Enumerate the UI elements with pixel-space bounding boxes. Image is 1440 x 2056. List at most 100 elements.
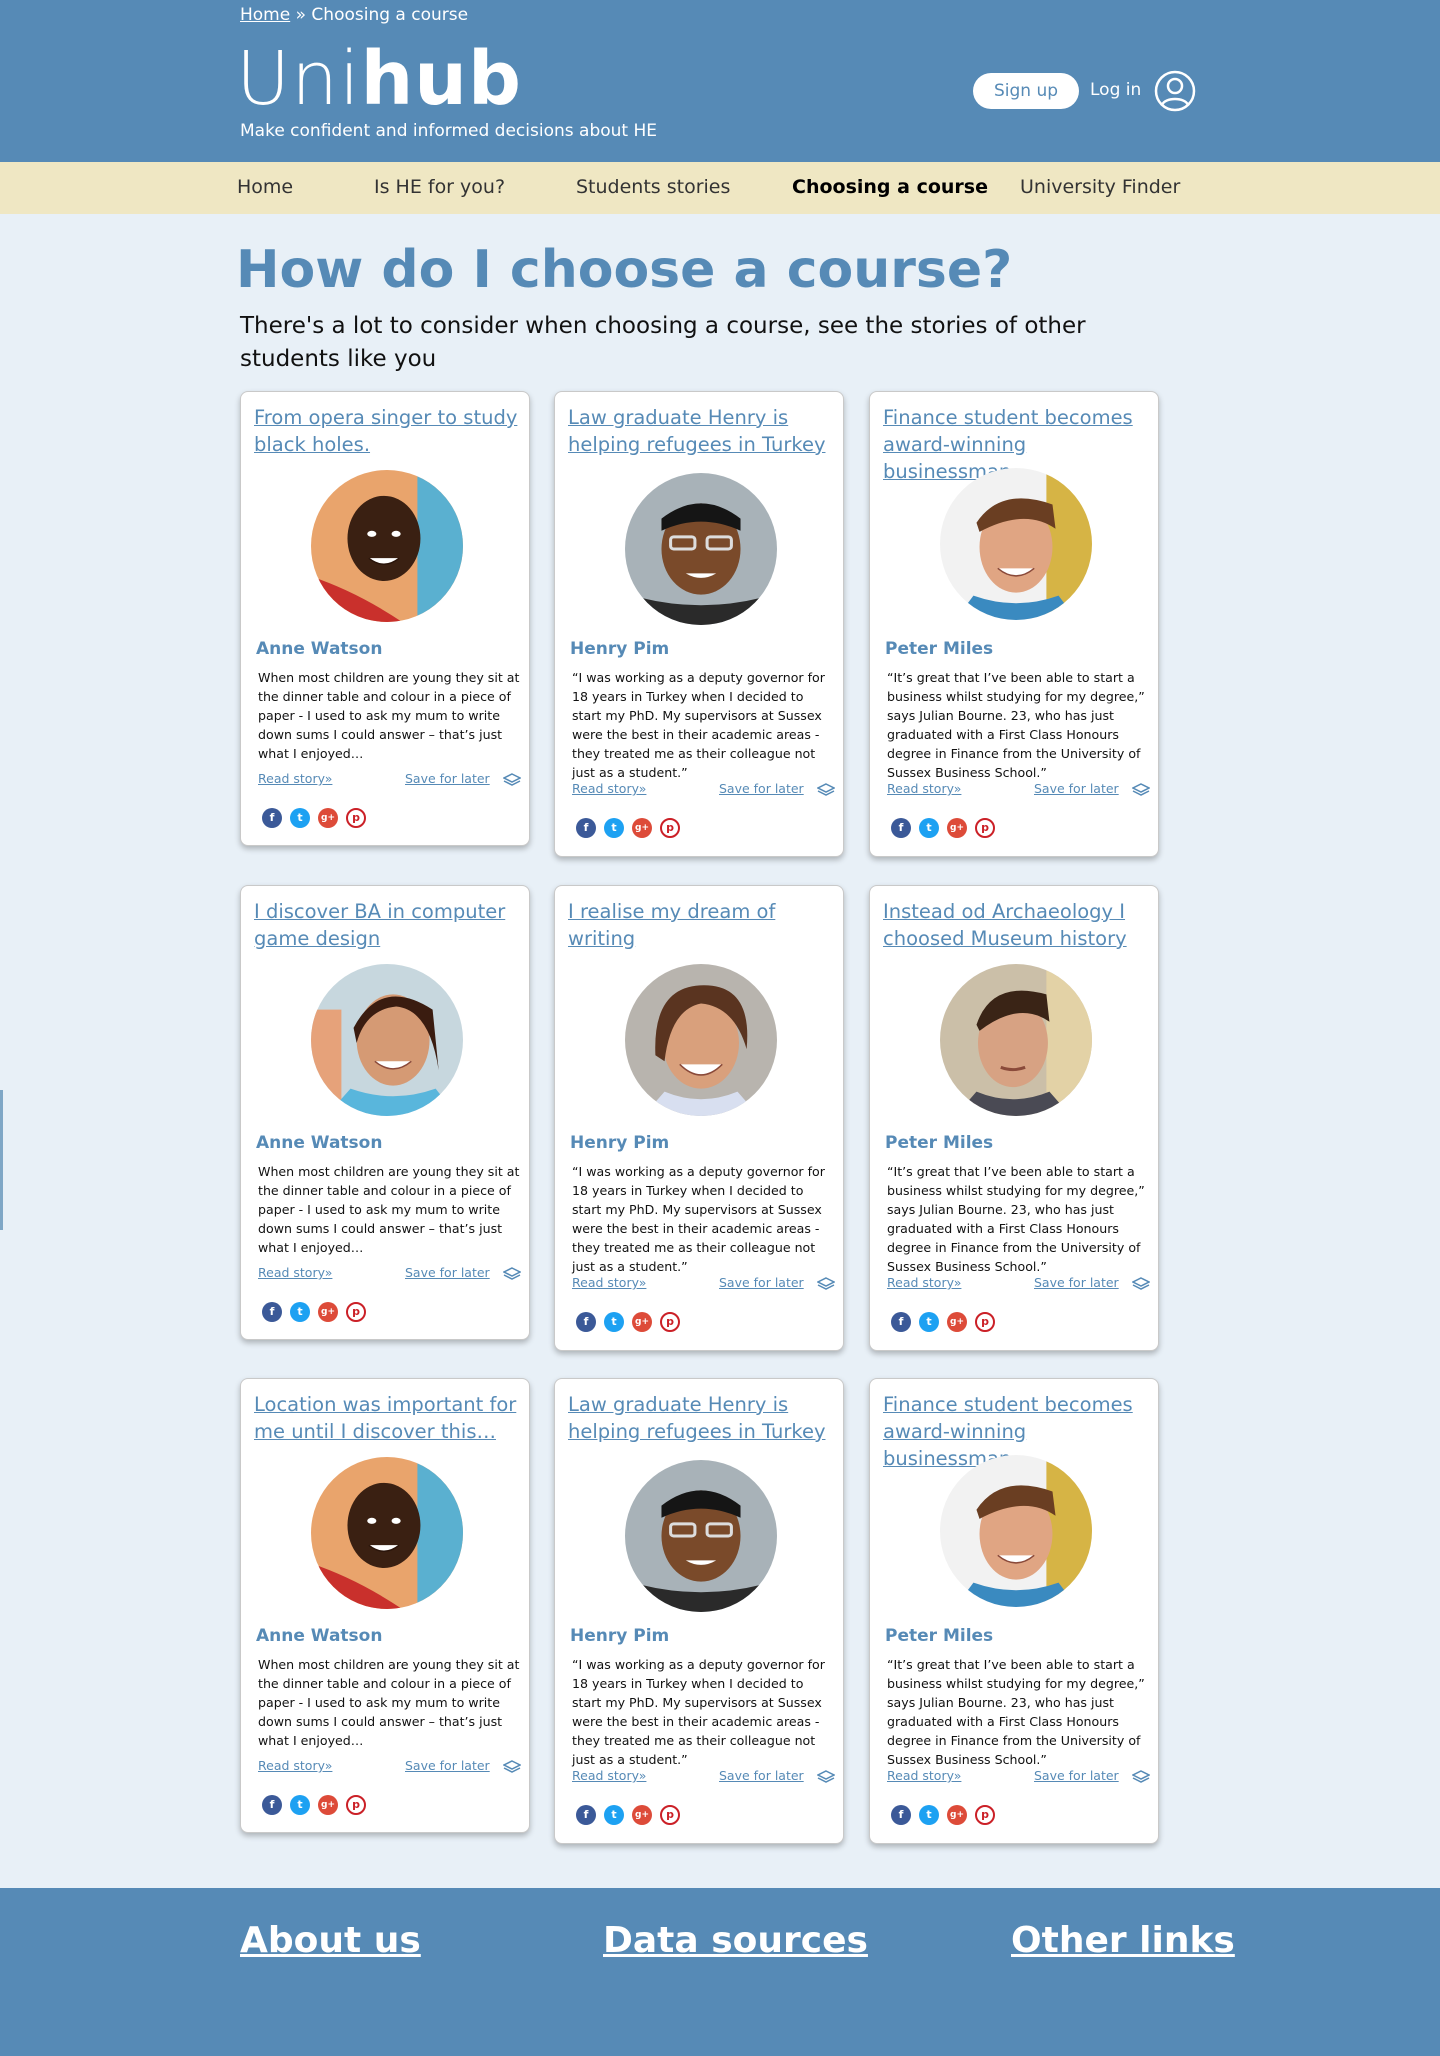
stack-icon[interactable] <box>1132 783 1150 797</box>
google-plus-icon[interactable]: g+ <box>947 1312 967 1332</box>
pinterest-icon[interactable]: p <box>975 1805 995 1825</box>
stack-icon[interactable] <box>503 1760 521 1774</box>
save-for-later-link[interactable]: Save for later <box>1034 1275 1119 1290</box>
story-title-link[interactable]: Instead od Archaeology I choosed Museum … <box>883 898 1155 952</box>
story-excerpt: “I was working as a deputy governor for … <box>572 1657 825 1767</box>
nav-choosing-a-course[interactable]: Choosing a course <box>792 176 988 198</box>
stack-icon[interactable] <box>817 1277 835 1291</box>
login-link[interactable]: Log in <box>1090 80 1141 100</box>
google-plus-icon[interactable]: g+ <box>947 818 967 838</box>
user-account-icon[interactable] <box>1154 70 1196 112</box>
read-story-link[interactable]: Read story» <box>572 781 646 796</box>
google-plus-icon[interactable]: g+ <box>632 1312 652 1332</box>
pinterest-icon[interactable]: p <box>346 1302 366 1322</box>
stack-icon[interactable] <box>503 773 521 787</box>
story-excerpt: “It’s great that I’ve been able to start… <box>887 1164 1145 1274</box>
google-plus-icon[interactable]: g+ <box>947 1805 967 1825</box>
save-for-later-link[interactable]: Save for later <box>405 1758 490 1773</box>
student-avatar <box>625 964 777 1116</box>
read-story-link[interactable]: Read story» <box>258 771 332 786</box>
facebook-icon[interactable]: f <box>576 1312 596 1332</box>
story-excerpt: “It’s great that I’ve been able to start… <box>887 670 1145 780</box>
read-story-link[interactable]: Read story» <box>572 1768 646 1783</box>
read-story-link[interactable]: Read story» <box>258 1758 332 1773</box>
google-plus-icon[interactable]: g+ <box>318 1795 338 1815</box>
save-for-later-link[interactable]: Save for later <box>719 1768 804 1783</box>
breadcrumb: Home » Choosing a course <box>240 5 468 25</box>
story-title-link[interactable]: I realise my dream of writing <box>568 898 840 952</box>
pinterest-icon[interactable]: p <box>660 1312 680 1332</box>
twitter-icon[interactable]: t <box>604 1312 624 1332</box>
twitter-icon[interactable]: t <box>604 1805 624 1825</box>
story-excerpt: “It’s great that I’ve been able to start… <box>887 1657 1145 1767</box>
twitter-icon[interactable]: t <box>919 818 939 838</box>
nav-students-stories[interactable]: Students stories <box>576 176 730 198</box>
social-share: f t g+ p <box>262 1795 366 1815</box>
save-for-later-link[interactable]: Save for later <box>719 781 804 796</box>
nav-home[interactable]: Home <box>237 176 293 198</box>
facebook-icon[interactable]: f <box>891 1312 911 1332</box>
twitter-icon[interactable]: t <box>919 1312 939 1332</box>
footer-about-link[interactable]: About us <box>240 1920 421 1961</box>
save-for-later-link[interactable]: Save for later <box>719 1275 804 1290</box>
story-excerpt: When most children are young they sit at… <box>258 1164 520 1255</box>
read-story-link[interactable]: Read story» <box>887 1768 961 1783</box>
pinterest-icon[interactable]: p <box>660 818 680 838</box>
student-avatar <box>311 1457 463 1609</box>
pinterest-icon[interactable]: p <box>975 818 995 838</box>
student-avatar <box>625 1460 777 1612</box>
pinterest-icon[interactable]: p <box>346 1795 366 1815</box>
story-title-link[interactable]: Location was important for me until I di… <box>254 1391 526 1445</box>
facebook-icon[interactable]: f <box>576 1805 596 1825</box>
student-avatar <box>940 964 1092 1116</box>
save-for-later-link[interactable]: Save for later <box>1034 1768 1119 1783</box>
stack-icon[interactable] <box>503 1267 521 1281</box>
student-name: Henry Pim <box>570 1626 670 1646</box>
breadcrumb-home-link[interactable]: Home <box>240 5 290 25</box>
story-title-link[interactable]: Law graduate Henry is helping refugees i… <box>568 404 840 458</box>
pinterest-icon[interactable]: p <box>975 1312 995 1332</box>
facebook-icon[interactable]: f <box>891 1805 911 1825</box>
signup-button[interactable]: Sign up <box>973 73 1079 109</box>
stack-icon[interactable] <box>1132 1277 1150 1291</box>
social-share: f t g+ p <box>576 818 680 838</box>
read-story-link[interactable]: Read story» <box>572 1275 646 1290</box>
nav-university-finder[interactable]: University Finder <box>1020 176 1180 198</box>
facebook-icon[interactable]: f <box>262 1795 282 1815</box>
facebook-icon[interactable]: f <box>891 818 911 838</box>
footer-other-links-link[interactable]: Other links <box>1011 1920 1235 1961</box>
google-plus-icon[interactable]: g+ <box>318 1302 338 1322</box>
read-story-link[interactable]: Read story» <box>887 1275 961 1290</box>
facebook-icon[interactable]: f <box>576 818 596 838</box>
google-plus-icon[interactable]: g+ <box>632 1805 652 1825</box>
facebook-icon[interactable]: f <box>262 1302 282 1322</box>
read-story-link[interactable]: Read story» <box>258 1265 332 1280</box>
save-for-later-link[interactable]: Save for later <box>1034 781 1119 796</box>
read-story-link[interactable]: Read story» <box>887 781 961 796</box>
main-nav: Home Is HE for you? Students stories Cho… <box>0 162 1440 214</box>
google-plus-icon[interactable]: g+ <box>632 818 652 838</box>
site-logo[interactable]: Unihub <box>236 42 522 116</box>
twitter-icon[interactable]: t <box>290 1795 310 1815</box>
save-for-later-link[interactable]: Save for later <box>405 1265 490 1280</box>
student-name: Henry Pim <box>570 639 670 659</box>
story-title-link[interactable]: I discover BA in computer game design <box>254 898 526 952</box>
stack-icon[interactable] <box>1132 1770 1150 1784</box>
story-title-link[interactable]: Law graduate Henry is helping refugees i… <box>568 1391 840 1445</box>
stack-icon[interactable] <box>817 783 835 797</box>
twitter-icon[interactable]: t <box>290 808 310 828</box>
twitter-icon[interactable]: t <box>919 1805 939 1825</box>
student-avatar <box>940 468 1092 620</box>
site-footer: About us Data sources Other links <box>0 1888 1440 2056</box>
stack-icon[interactable] <box>817 1770 835 1784</box>
twitter-icon[interactable]: t <box>290 1302 310 1322</box>
pinterest-icon[interactable]: p <box>346 808 366 828</box>
facebook-icon[interactable]: f <box>262 808 282 828</box>
nav-is-he-for-you[interactable]: Is HE for you? <box>374 176 505 198</box>
save-for-later-link[interactable]: Save for later <box>405 771 490 786</box>
pinterest-icon[interactable]: p <box>660 1805 680 1825</box>
google-plus-icon[interactable]: g+ <box>318 808 338 828</box>
story-title-link[interactable]: From opera singer to study black holes. <box>254 404 526 458</box>
footer-data-sources-link[interactable]: Data sources <box>603 1920 868 1961</box>
twitter-icon[interactable]: t <box>604 818 624 838</box>
